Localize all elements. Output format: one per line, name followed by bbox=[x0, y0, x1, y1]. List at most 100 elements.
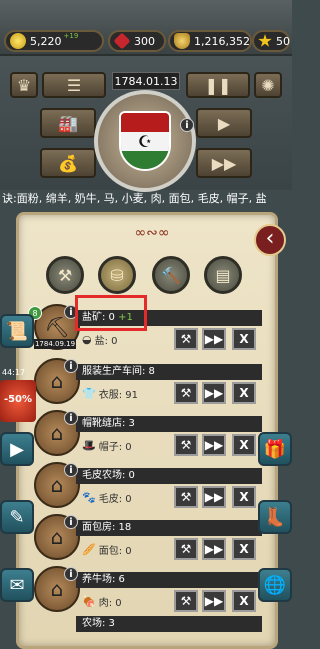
hammer-icon: ⚒ bbox=[180, 332, 192, 346]
fast-forward-icon: ▶▶ bbox=[204, 438, 224, 452]
build-button[interactable]: ⚒ bbox=[174, 328, 198, 350]
building-name: 服装生产车间: 8 bbox=[76, 364, 262, 380]
chevron-left-icon: ‹ bbox=[265, 226, 275, 251]
scroll-button[interactable]: 📜 bbox=[0, 314, 34, 348]
build-button[interactable]: ⚒ bbox=[174, 434, 198, 456]
factory-icon: 🏭 bbox=[58, 113, 78, 133]
category-storage[interactable]: ▤ bbox=[204, 256, 242, 294]
upgrade-button[interactable]: ▶▶ bbox=[202, 538, 226, 560]
flag-shield-icon: ☪ bbox=[119, 111, 171, 171]
bread-icon: 🥖 bbox=[82, 543, 96, 556]
gems-counter[interactable]: 300 bbox=[108, 30, 166, 52]
close-icon: X bbox=[239, 594, 249, 608]
hammer-icon: ⚒ bbox=[180, 386, 192, 400]
hammer-icon: ⚒ bbox=[180, 542, 192, 556]
building-date: 1784.09.19 bbox=[34, 339, 76, 349]
video-icon: ▶ bbox=[10, 438, 24, 460]
building-row: 农场: 3 bbox=[34, 612, 262, 642]
selection-highlight bbox=[75, 295, 147, 331]
hud-panel: ♛ ☰ ❚❚ ✺ 🏭 ▶ 💰 ▶▶ 1784.01.13 ☪ i bbox=[0, 56, 292, 192]
back-button[interactable]: ‹ bbox=[254, 224, 286, 256]
upgrade-button[interactable]: ▶▶ bbox=[202, 486, 226, 508]
tools-icon: ⚒ bbox=[57, 265, 73, 285]
upgrade-button[interactable]: ▶▶ bbox=[202, 434, 226, 456]
nation-emblem[interactable]: ☪ bbox=[94, 90, 196, 192]
resource-bar: 5,220 +19 300 1,216,352 50 bbox=[0, 0, 292, 56]
category-tools[interactable]: ⚒ bbox=[46, 256, 84, 294]
military-button[interactable]: 👢 bbox=[258, 500, 292, 534]
fast-forward-icon: ▶▶ bbox=[211, 153, 237, 173]
demolish-button[interactable]: X bbox=[232, 434, 256, 456]
stars-counter[interactable]: 50 bbox=[252, 30, 290, 52]
hat-icon: 🎩 bbox=[82, 439, 96, 452]
sack-icon: ⛁ bbox=[110, 265, 124, 285]
building-product: 🐾 毛皮: 0 bbox=[82, 491, 132, 505]
settings-button[interactable]: ✺ bbox=[254, 72, 282, 98]
demolish-button[interactable]: X bbox=[232, 486, 256, 508]
hammer-icon: ⚒ bbox=[180, 594, 192, 608]
building-info-icon[interactable]: i bbox=[64, 515, 78, 529]
demolish-button[interactable]: X bbox=[232, 590, 256, 612]
compass-icon: ✺ bbox=[261, 75, 275, 95]
category-goods[interactable]: ⛁ bbox=[98, 256, 136, 294]
menu-icon: ☰ bbox=[66, 75, 82, 95]
mail-button[interactable]: ✉ bbox=[0, 568, 34, 602]
upgrade-button[interactable]: ▶▶ bbox=[202, 590, 226, 612]
play-button[interactable]: ▶ bbox=[196, 108, 252, 138]
building-name: 面包房: 18 bbox=[76, 520, 262, 536]
gem-icon bbox=[113, 32, 131, 50]
coins-counter[interactable]: 5,220 +19 bbox=[4, 30, 104, 52]
building-info-icon[interactable]: i bbox=[64, 463, 78, 477]
gift-button[interactable]: 🎁 bbox=[258, 432, 292, 466]
upgrade-button[interactable]: ▶▶ bbox=[202, 382, 226, 404]
globe-icon: 🌐 bbox=[263, 574, 287, 596]
money-counter[interactable]: 1,216,352 bbox=[168, 30, 252, 52]
building-info-icon[interactable]: i bbox=[64, 359, 78, 373]
boot-icon: 👢 bbox=[263, 506, 287, 528]
close-icon: X bbox=[239, 542, 249, 556]
fast-forward-icon: ▶▶ bbox=[204, 332, 224, 346]
nation-info-icon[interactable]: i bbox=[180, 118, 194, 132]
build-button[interactable]: ⚒ bbox=[174, 538, 198, 560]
sale-offer-button[interactable]: -50% bbox=[0, 380, 36, 422]
building-name: 帽靴缝店: 3 bbox=[76, 416, 262, 432]
fast-forward-button[interactable]: ▶▶ bbox=[196, 148, 252, 178]
money-bag-icon bbox=[174, 33, 190, 49]
menu-button[interactable]: ☰ bbox=[42, 72, 106, 98]
world-button[interactable]: 🌐 bbox=[258, 568, 292, 602]
building-info-icon[interactable]: i bbox=[64, 411, 78, 425]
upgrade-button[interactable]: ▶▶ bbox=[202, 328, 226, 350]
close-icon: X bbox=[239, 386, 249, 400]
coin-icon bbox=[10, 33, 26, 49]
fast-forward-icon: ▶▶ bbox=[204, 542, 224, 556]
coins-delta: +19 bbox=[63, 32, 79, 40]
demolish-button[interactable]: X bbox=[232, 538, 256, 560]
build-button[interactable]: ⚒ bbox=[174, 486, 198, 508]
salt-icon: ◒ bbox=[82, 333, 92, 346]
fast-forward-icon: ▶▶ bbox=[204, 386, 224, 400]
building-info-icon[interactable]: i bbox=[64, 567, 78, 581]
build-button[interactable]: ⚒ bbox=[174, 590, 198, 612]
pause-button[interactable]: ❚❚ bbox=[186, 72, 250, 98]
treasury-button[interactable]: 💰 bbox=[40, 148, 96, 178]
rewards-button[interactable]: ♛ bbox=[10, 72, 38, 98]
building-product: ◒ 盐: 0 bbox=[82, 333, 118, 347]
treasure-chest-icon: 💰 bbox=[58, 153, 78, 173]
play-icon: ▶ bbox=[217, 113, 231, 133]
building-name: 毛皮农场: 0 bbox=[76, 468, 262, 484]
decree-button[interactable]: ✎ bbox=[0, 500, 34, 534]
video-button[interactable]: ▶ bbox=[0, 432, 34, 466]
category-construction[interactable]: 🔨 bbox=[152, 256, 190, 294]
pause-icon: ❚❚ bbox=[204, 75, 232, 95]
production-button[interactable]: 🏭 bbox=[40, 108, 96, 138]
scroll-icon: 📜 bbox=[5, 320, 29, 342]
fast-forward-icon: ▶▶ bbox=[204, 594, 224, 608]
build-button[interactable]: ⚒ bbox=[174, 382, 198, 404]
money-value: 1,216,352 bbox=[194, 34, 250, 48]
chest-icon: ▤ bbox=[215, 265, 231, 285]
close-icon: X bbox=[239, 438, 249, 452]
close-icon: X bbox=[239, 490, 249, 504]
demolish-button[interactable]: X bbox=[232, 328, 256, 350]
building-product: 👕 衣服: 91 bbox=[82, 387, 138, 401]
demolish-button[interactable]: X bbox=[232, 382, 256, 404]
